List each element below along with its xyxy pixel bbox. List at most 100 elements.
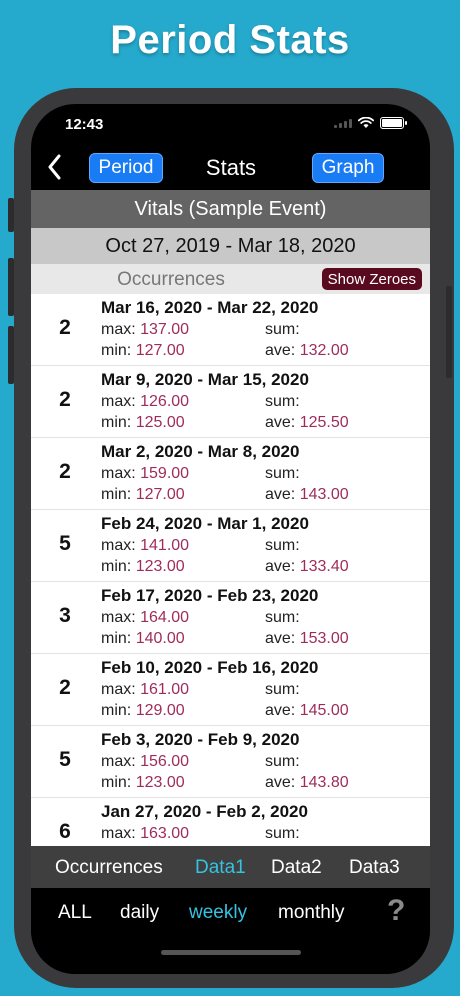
table-row[interactable]: 2 Mar 16, 2020 - Mar 22, 2020 max: 137.0… xyxy=(31,294,430,366)
tab-data1[interactable]: Data1 xyxy=(195,857,246,879)
status-icons xyxy=(334,117,407,129)
min-value: 127.00 xyxy=(135,486,185,503)
max-value: 159.00 xyxy=(140,465,190,482)
tab-monthly[interactable]: monthly xyxy=(278,902,345,924)
tab-data2[interactable]: Data2 xyxy=(271,857,322,879)
week-range: Mar 9, 2020 - Mar 15, 2020 xyxy=(101,370,309,389)
sum-label: sum: xyxy=(265,393,300,410)
section-header: Occurrences Show Zeroes xyxy=(31,264,430,294)
sum-label: sum: xyxy=(265,609,300,626)
max-label: max: xyxy=(101,825,136,842)
phone-screen: 12:43 Period Stats Graph Vitals (Sample … xyxy=(31,104,430,974)
occurrence-count: 2 xyxy=(59,460,71,483)
max-value: 163.00 xyxy=(140,825,190,842)
min-label: min: xyxy=(101,486,132,503)
back-chevron-icon[interactable] xyxy=(47,154,61,185)
date-range: Oct 27, 2019 - Mar 18, 2020 xyxy=(31,228,430,264)
ave-field: ave: 143.00 xyxy=(265,486,349,504)
table-row[interactable]: 5 Feb 3, 2020 - Feb 9, 2020 max: 156.00 … xyxy=(31,726,430,798)
ave-field: ave: 125.50 xyxy=(265,414,349,432)
max-label: max: xyxy=(101,321,136,338)
ave-field: ave: 153.00 xyxy=(265,630,349,648)
notch xyxy=(131,104,331,134)
graph-button[interactable]: Graph xyxy=(312,153,384,183)
ave-field: ave: 132.00 xyxy=(265,342,349,360)
max-label: max: xyxy=(101,393,136,410)
min-field: min: 127.00 xyxy=(101,342,185,360)
max-field: max: 141.00 xyxy=(101,537,189,555)
min-field: min: 123.00 xyxy=(101,774,185,792)
max-label: max: xyxy=(101,537,136,554)
show-zeroes-button[interactable]: Show Zeroes xyxy=(321,268,422,290)
table-row[interactable]: 6 Jan 27, 2020 - Feb 2, 2020 max: 163.00… xyxy=(31,798,430,846)
page-title: Stats xyxy=(205,155,257,180)
min-label: min: xyxy=(101,414,132,431)
week-range: Feb 10, 2020 - Feb 16, 2020 xyxy=(101,658,319,677)
ave-label: ave: xyxy=(265,486,296,503)
max-value: 164.00 xyxy=(140,609,190,626)
min-field: min: 140.00 xyxy=(101,630,185,648)
min-value: 125.00 xyxy=(135,414,185,431)
sum-label: sum: xyxy=(265,465,300,482)
table-row[interactable]: 2 Feb 10, 2020 - Feb 16, 2020 max: 161.0… xyxy=(31,654,430,726)
sum-field: sum: xyxy=(265,825,300,843)
ave-field: ave: 143.80 xyxy=(265,774,349,792)
max-value: 126.00 xyxy=(140,393,190,410)
table-row[interactable]: 2 Mar 2, 2020 - Mar 8, 2020 max: 159.00 … xyxy=(31,438,430,510)
max-value: 161.00 xyxy=(140,681,190,698)
ave-value: 125.50 xyxy=(299,414,349,431)
ave-label: ave: xyxy=(265,702,296,719)
ave-value: 143.00 xyxy=(299,486,349,503)
nav-bar: Period Stats Graph xyxy=(31,146,430,190)
ave-value: 132.00 xyxy=(299,342,349,359)
ave-label: ave: xyxy=(265,414,296,431)
table-row[interactable]: 5 Feb 24, 2020 - Mar 1, 2020 max: 141.00… xyxy=(31,510,430,582)
wifi-icon xyxy=(358,117,374,128)
tab-all[interactable]: ALL xyxy=(58,902,92,924)
tab-occurrences[interactable]: Occurrences xyxy=(55,857,163,879)
help-icon[interactable]: ? xyxy=(387,894,405,928)
week-range: Feb 3, 2020 - Feb 9, 2020 xyxy=(101,730,300,749)
min-value: 123.00 xyxy=(135,558,185,575)
ave-label: ave: xyxy=(265,342,296,359)
ave-value: 133.40 xyxy=(299,558,349,575)
min-label: min: xyxy=(101,702,132,719)
sum-label: sum: xyxy=(265,753,300,770)
power-button xyxy=(446,286,452,378)
week-range: Feb 17, 2020 - Feb 23, 2020 xyxy=(101,586,319,605)
min-value: 127.00 xyxy=(135,342,185,359)
promo-title: Period Stats xyxy=(110,18,350,62)
week-range: Mar 2, 2020 - Mar 8, 2020 xyxy=(101,442,300,461)
occurrence-count: 2 xyxy=(59,316,71,339)
min-field: min: 127.00 xyxy=(101,486,185,504)
max-label: max: xyxy=(101,753,136,770)
min-label: min: xyxy=(101,774,132,791)
table-row[interactable]: 2 Mar 9, 2020 - Mar 15, 2020 max: 126.00… xyxy=(31,366,430,438)
sum-field: sum: xyxy=(265,465,300,483)
occurrence-count: 5 xyxy=(59,748,71,771)
max-field: max: 163.00 xyxy=(101,825,189,843)
sum-field: sum: xyxy=(265,681,300,699)
min-label: min: xyxy=(101,630,132,647)
min-label: min: xyxy=(101,558,132,575)
max-field: max: 137.00 xyxy=(101,321,189,339)
stats-list[interactable]: 2 Mar 16, 2020 - Mar 22, 2020 max: 137.0… xyxy=(31,294,430,846)
period-button[interactable]: Period xyxy=(89,153,163,183)
min-label: min: xyxy=(101,342,132,359)
ave-label: ave: xyxy=(265,558,296,575)
battery-icon xyxy=(380,117,407,129)
ave-value: 153.00 xyxy=(299,630,349,647)
sum-field: sum: xyxy=(265,537,300,555)
max-label: max: xyxy=(101,609,136,626)
table-row[interactable]: 3 Feb 17, 2020 - Feb 23, 2020 max: 164.0… xyxy=(31,582,430,654)
event-name: Vitals (Sample Event) xyxy=(31,190,430,228)
status-time: 12:43 xyxy=(65,116,104,133)
tab-data3[interactable]: Data3 xyxy=(349,857,400,879)
max-field: max: 161.00 xyxy=(101,681,189,699)
ave-value: 143.80 xyxy=(299,774,349,791)
period-tab-bar: ALL daily weekly monthly ? xyxy=(31,888,430,974)
tab-daily[interactable]: daily xyxy=(120,902,159,924)
data-tab-bar: Occurrences Data1 Data2 Data3 xyxy=(31,846,430,888)
tab-weekly[interactable]: weekly xyxy=(189,902,247,924)
occurrence-count: 5 xyxy=(59,532,71,555)
